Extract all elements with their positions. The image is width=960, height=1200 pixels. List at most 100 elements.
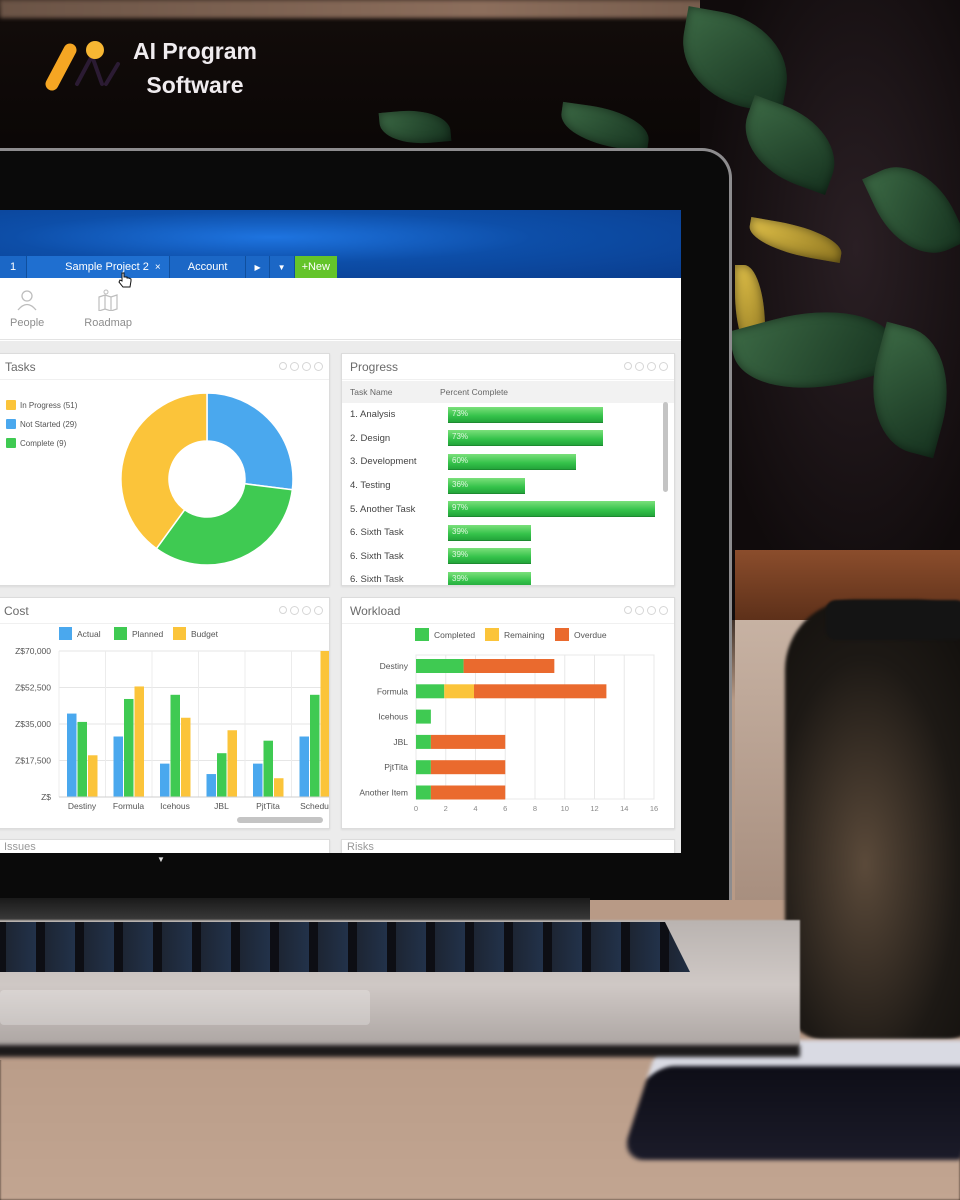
info-icon[interactable] (647, 362, 656, 371)
panel-header: Tasks (0, 354, 329, 380)
glass-vase (785, 600, 960, 1040)
progress-bar: 39% (448, 524, 532, 541)
bar-completed (416, 659, 464, 673)
legend-item: Not Started (29) (6, 419, 77, 429)
legend-label: Planned (132, 629, 163, 639)
tab-bar: 1 Sample Project 2 × Account ▶ ▼ +New (0, 256, 337, 278)
task-name: 5. Another Task (350, 503, 416, 515)
new-tab-button[interactable]: +New (294, 256, 337, 278)
panel-title: Progress (350, 359, 399, 374)
bar-actual (206, 774, 216, 797)
tab-label: Account (187, 261, 228, 273)
progress-label: 97% (452, 503, 469, 513)
panel-title: Risks (347, 840, 374, 853)
bar-planned (310, 694, 320, 797)
panel-header: Progress (342, 354, 674, 380)
x-tick-label: PjtTita (256, 801, 280, 811)
progress-bar-track: 36% (448, 477, 658, 494)
bar-overdue (430, 760, 506, 775)
bar-overdue (463, 659, 555, 673)
x-tick-label: JBL (214, 801, 229, 811)
table-row[interactable]: 5. Another Task 97% (342, 497, 674, 521)
task-name: 6. Sixth Task (350, 574, 404, 586)
task-name: 6. Sixth Task (350, 527, 404, 539)
brand-name: AI Program Software (133, 34, 257, 102)
donut-slice-not-started (206, 392, 294, 491)
bar-planned (217, 753, 227, 797)
horizontal-scrollbar[interactable] (237, 817, 323, 823)
progress-bar-track: 97% (448, 501, 658, 518)
legend-label: Budget (191, 629, 219, 639)
progress-label: 36% (452, 479, 469, 489)
gear-icon[interactable] (290, 362, 299, 371)
y-tick-label: PjtTita (384, 762, 408, 772)
bar-completed (416, 709, 431, 724)
gear-icon[interactable] (635, 362, 644, 371)
legend-label: Overdue (574, 630, 607, 640)
panel-header: Workload (342, 598, 674, 624)
chevron-right-icon: ▶ (254, 262, 261, 272)
x-tick-label: Destiny (68, 801, 97, 811)
info-icon[interactable] (302, 606, 311, 615)
info-icon[interactable] (302, 362, 311, 371)
panel-title: Issues (4, 840, 36, 853)
gear-icon[interactable] (635, 606, 644, 615)
toolbar-roadmap-button[interactable]: Roadmap (84, 289, 132, 329)
progress-bar: 39% (448, 548, 532, 565)
y-tick-label: Z$70,000 (15, 646, 51, 656)
bar-remaining (444, 684, 475, 699)
x-tick-label: 16 (650, 804, 658, 813)
tab-account[interactable]: Account (169, 256, 247, 278)
vertical-scrollbar[interactable] (663, 402, 668, 492)
legend-swatch (485, 628, 499, 641)
table-row[interactable]: 4. Testing 36% (342, 474, 674, 498)
brand-line-2: Software (146, 72, 244, 98)
close-icon[interactable] (314, 606, 323, 615)
close-icon[interactable]: × (155, 262, 161, 273)
progress-bar: 36% (448, 477, 525, 494)
close-icon[interactable] (659, 606, 668, 615)
bar-budget (227, 730, 237, 797)
smartphone (620, 1040, 960, 1160)
risks-panel: Risks (341, 839, 675, 853)
toolbar-people-button[interactable]: People (10, 289, 44, 329)
close-icon[interactable] (659, 362, 668, 371)
progress-bar: 97% (448, 501, 655, 518)
progress-table: Task Name Percent Complete 1. Analysis 73… (342, 381, 674, 586)
bar-planned (124, 698, 134, 797)
x-tick-label: Schedu (300, 801, 329, 811)
table-row[interactable]: 6. Sixth Task 39% (342, 568, 674, 586)
toolbar-label: People (10, 317, 45, 329)
bar-actual (67, 713, 77, 797)
legend-swatch (6, 419, 16, 429)
scroll-down-indicator-icon[interactable]: ▼ (157, 855, 165, 864)
x-tick-label: 2 (444, 804, 448, 813)
table-row[interactable]: 2. Design 73% (342, 427, 674, 451)
table-row[interactable]: 3. Development 60% (342, 450, 674, 474)
search-icon[interactable] (624, 606, 632, 614)
legend-label: In Progress (51) (20, 400, 78, 410)
panel-title: Tasks (5, 359, 36, 374)
tab-1[interactable]: 1 (0, 256, 28, 278)
laptop-keyboard (0, 922, 690, 972)
cost-panel: Cost Actual Planned Budget Z$ Z$17,500 Z$35,0… (0, 597, 330, 829)
table-row[interactable]: 6. Sixth Task 39% (342, 521, 674, 545)
task-name: 3. Development (350, 456, 417, 468)
progress-bar-track: 73% (448, 430, 658, 447)
panel-actions (279, 362, 323, 371)
search-icon[interactable] (279, 606, 287, 614)
tab-scroll-right-button[interactable]: ▶ (246, 256, 270, 278)
search-icon[interactable] (279, 362, 287, 370)
table-row[interactable]: 1. Analysis 73% (342, 403, 674, 427)
search-icon[interactable] (624, 362, 632, 370)
legend-swatch (173, 627, 186, 640)
tab-menu-button[interactable]: ▼ (269, 256, 295, 278)
info-icon[interactable] (647, 606, 656, 615)
close-icon[interactable] (314, 362, 323, 371)
bar-budget (134, 686, 144, 797)
legend-label: Remaining (504, 630, 545, 640)
gear-icon[interactable] (290, 606, 299, 615)
progress-label: 39% (452, 573, 469, 583)
tab-sample-project-2[interactable]: Sample Project 2 × (27, 256, 170, 278)
table-row[interactable]: 6. Sixth Task 39% (342, 545, 674, 569)
